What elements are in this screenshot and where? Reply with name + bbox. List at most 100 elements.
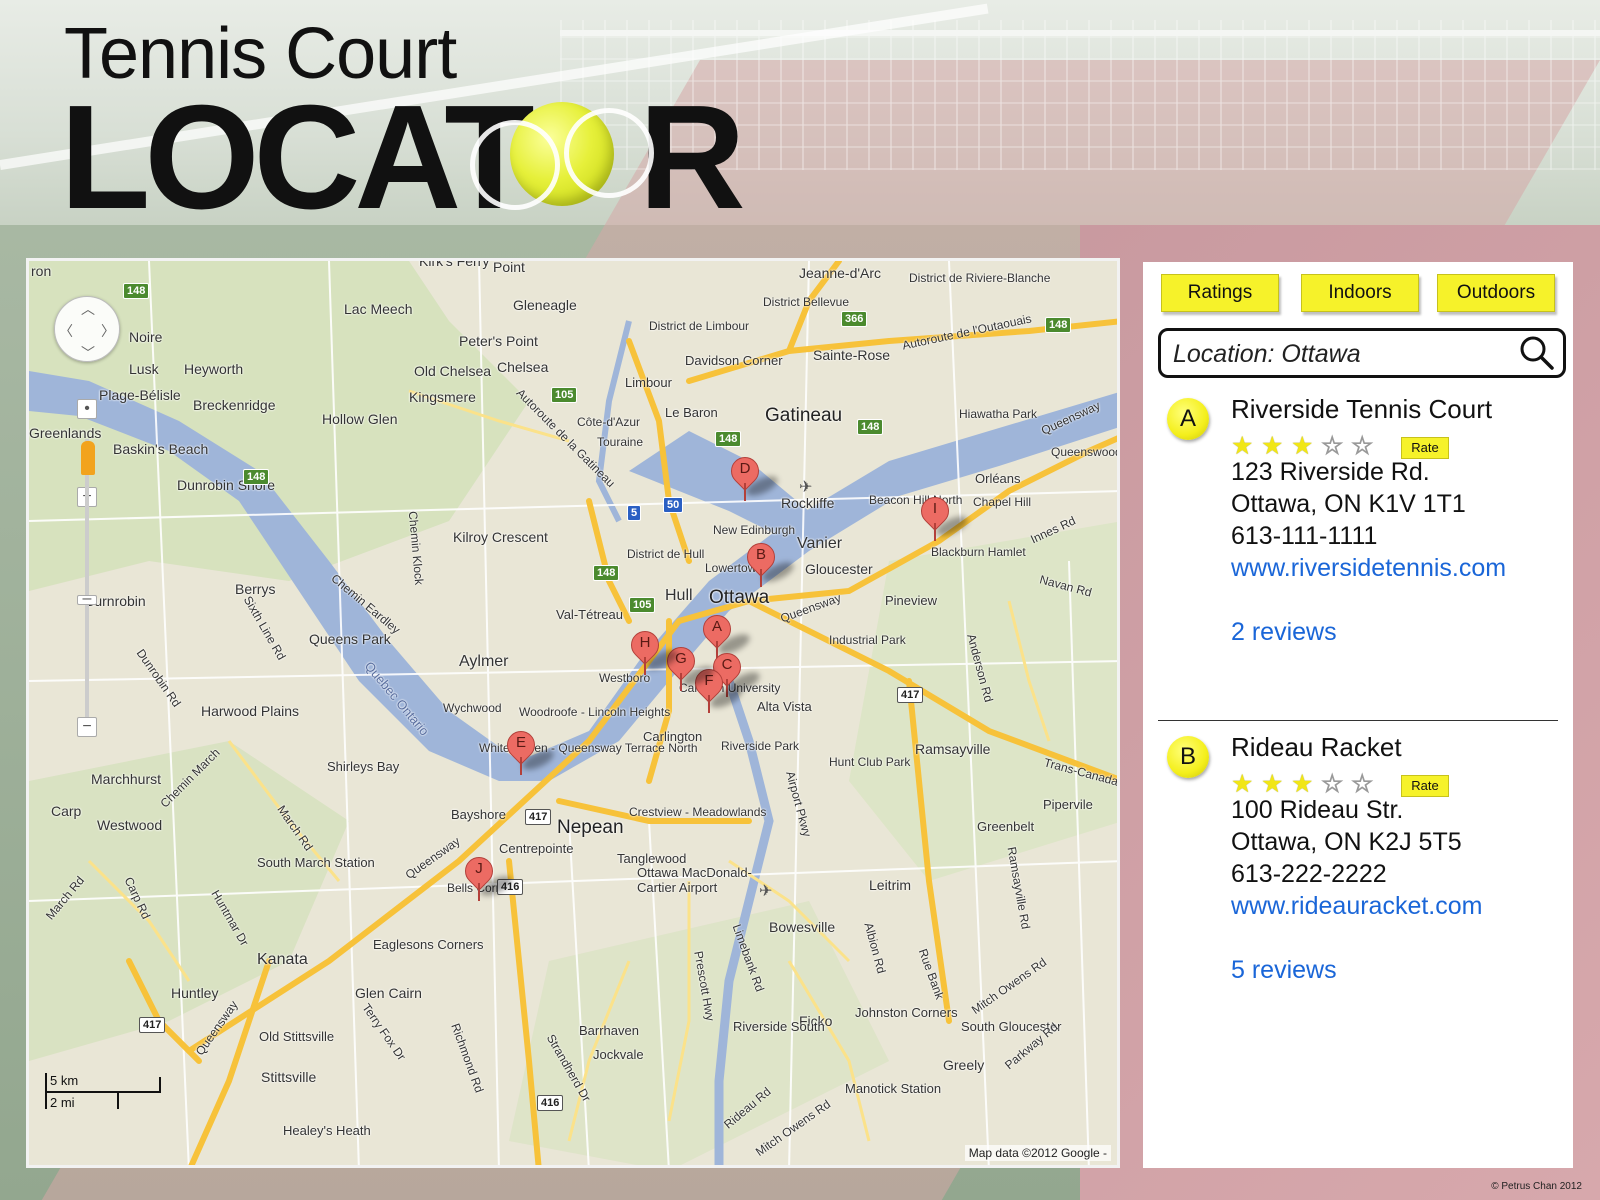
- filter-bar: Ratings Indoors Outdoors: [1161, 274, 1561, 314]
- map-pin-i[interactable]: I: [915, 491, 971, 541]
- map-label: Nepean: [557, 817, 624, 838]
- map-label: Riverside Park: [721, 739, 800, 753]
- map-pin-d[interactable]: D: [725, 451, 781, 501]
- map-label: Harwood Plains: [201, 703, 300, 719]
- map-label: Kirk's Ferry: [419, 258, 490, 269]
- map-label: Touraine: [597, 435, 644, 449]
- magnifier-icon[interactable]: [1519, 335, 1555, 371]
- logo-title-left: LOCAT: [60, 75, 535, 240]
- highway-shield: 366: [841, 311, 868, 327]
- star-filled-icon: ★: [1291, 432, 1314, 460]
- result-phone: 613-222-2222: [1231, 860, 1387, 888]
- map-label: Breckenridge: [193, 397, 276, 413]
- map-label: Woodroofe - Lincoln Heights: [519, 705, 671, 719]
- zoom-reset-icon[interactable]: •: [77, 399, 97, 419]
- map-label: Jockvale: [593, 1047, 644, 1062]
- map-label: Baskin's Beach: [113, 441, 209, 457]
- map-label: Peter's Point: [459, 333, 538, 349]
- zoom-out-button[interactable]: −: [77, 717, 97, 737]
- tennis-ball-icon: [470, 102, 654, 210]
- map-label: Hull: [665, 587, 693, 604]
- pan-down-icon[interactable]: ﹀: [81, 343, 95, 363]
- highway-shield: 417: [897, 687, 924, 703]
- zoom-slider-handle[interactable]: –: [77, 591, 97, 607]
- map-label: Westwood: [97, 817, 163, 833]
- outdoors-filter-button[interactable]: Outdoors: [1437, 274, 1555, 312]
- map-label: Chelsea: [497, 359, 549, 375]
- street-view-pegman-icon[interactable]: [81, 441, 95, 475]
- star-empty-icon: ☆: [1321, 432, 1344, 461]
- map-label: Gleneagle: [513, 297, 577, 313]
- highway-shield: 105: [629, 597, 656, 613]
- map-label: Sainte-Rose: [813, 347, 891, 363]
- map-label: Barrhaven: [579, 1023, 639, 1038]
- map-label: Huntley: [171, 985, 219, 1001]
- pan-left-icon[interactable]: 〈: [59, 321, 73, 341]
- result-website-link[interactable]: www.rideauracket.com: [1231, 892, 1482, 921]
- map-pin-b[interactable]: B: [741, 537, 797, 587]
- map-label: Kilroy Crescent: [453, 529, 548, 545]
- result-website-link[interactable]: www.riversidetennis.com: [1231, 554, 1506, 583]
- map-label: Manotick Station: [845, 1081, 942, 1096]
- star-empty-icon: ☆: [1351, 770, 1374, 799]
- pan-right-icon[interactable]: 〉: [101, 321, 115, 341]
- map-label: Old Stittsville: [259, 1029, 335, 1044]
- map-label: Gatineau: [765, 405, 843, 426]
- indoors-filter-button[interactable]: Indoors: [1301, 274, 1419, 312]
- result-reviews-link[interactable]: 2 reviews: [1231, 618, 1337, 647]
- map-label: Carp: [51, 803, 82, 819]
- map-pin-h[interactable]: H: [625, 625, 681, 675]
- map-label: Blackburn Hamlet: [931, 545, 1026, 559]
- map-label: New Edinburgh: [713, 523, 796, 537]
- result-city: Ottawa, ON K1V 1T1: [1231, 490, 1466, 518]
- map-label: South March Station: [257, 855, 375, 870]
- author-credit: © Petrus Chan 2012: [1491, 1181, 1582, 1192]
- map-label: Riverside South: [733, 1019, 825, 1034]
- map-pin-j[interactable]: J: [459, 851, 515, 901]
- scale-mi-label: 2 mi: [50, 1095, 75, 1110]
- rate-button[interactable]: Rate: [1401, 775, 1449, 797]
- map-label: Chapel Hill: [973, 495, 1032, 509]
- map-label: Healey's Heath: [283, 1123, 371, 1138]
- map-label: District de Limbour: [649, 319, 750, 333]
- map-label: Limbour: [625, 375, 672, 390]
- highway-shield: 105: [551, 387, 578, 403]
- result-marker: B: [1167, 736, 1209, 778]
- map-label: Eaglesons Corners: [373, 937, 484, 952]
- highway-shield: 148: [593, 565, 620, 581]
- highway-shield: 50: [663, 497, 684, 513]
- map-label: Crestview - Meadowlands: [629, 805, 767, 819]
- airport-icon: ✈: [799, 479, 813, 496]
- map-label: Queens Park: [309, 631, 391, 647]
- map-copyright: Map data ©2012 Google -: [964, 1145, 1111, 1161]
- result-name[interactable]: Rideau Racket: [1231, 732, 1402, 763]
- airport-icon: ✈: [759, 883, 773, 900]
- star-empty-icon: ☆: [1351, 432, 1374, 461]
- result-name[interactable]: Riverside Tennis Court: [1231, 394, 1492, 425]
- location-search-input[interactable]: [1173, 339, 1503, 369]
- map-label: Gloucester: [805, 561, 873, 577]
- result-reviews-link[interactable]: 5 reviews: [1231, 956, 1337, 985]
- star-filled-icon: ★: [1261, 432, 1284, 460]
- rate-button[interactable]: Rate: [1401, 437, 1449, 459]
- map-label: Greely: [943, 1057, 985, 1073]
- results-panel: Ratings Indoors Outdoors A Riverside Ten…: [1143, 262, 1573, 1168]
- map-label: Val-Tétreau: [556, 607, 623, 622]
- star-filled-icon: ★: [1231, 432, 1254, 460]
- pan-control[interactable]: ︿ ﹀ 〈 〉: [54, 296, 120, 362]
- pan-up-icon[interactable]: ︿: [81, 299, 95, 319]
- map-pin-e[interactable]: E: [501, 725, 557, 775]
- highway-shield: 148: [123, 283, 150, 299]
- map-label: Stittsville: [261, 1069, 317, 1085]
- map-label: Hiawatha Park: [959, 407, 1038, 421]
- map-label: ron: [31, 263, 52, 279]
- highway-shield: 148: [243, 469, 270, 485]
- ratings-filter-button[interactable]: Ratings: [1161, 274, 1279, 312]
- map-label: Alta Vista: [757, 699, 812, 714]
- star-filled-icon: ★: [1291, 770, 1314, 798]
- map-view[interactable]: ron Kirk's Ferry Point Jeanne-d'Arc Dist…: [26, 258, 1120, 1168]
- highway-shield: 148: [1045, 317, 1072, 333]
- map-label: Wychwood: [443, 701, 502, 715]
- map-label: Johnston Corners: [855, 1005, 958, 1020]
- app-logo: Tennis Court LOCAT R: [60, 18, 746, 232]
